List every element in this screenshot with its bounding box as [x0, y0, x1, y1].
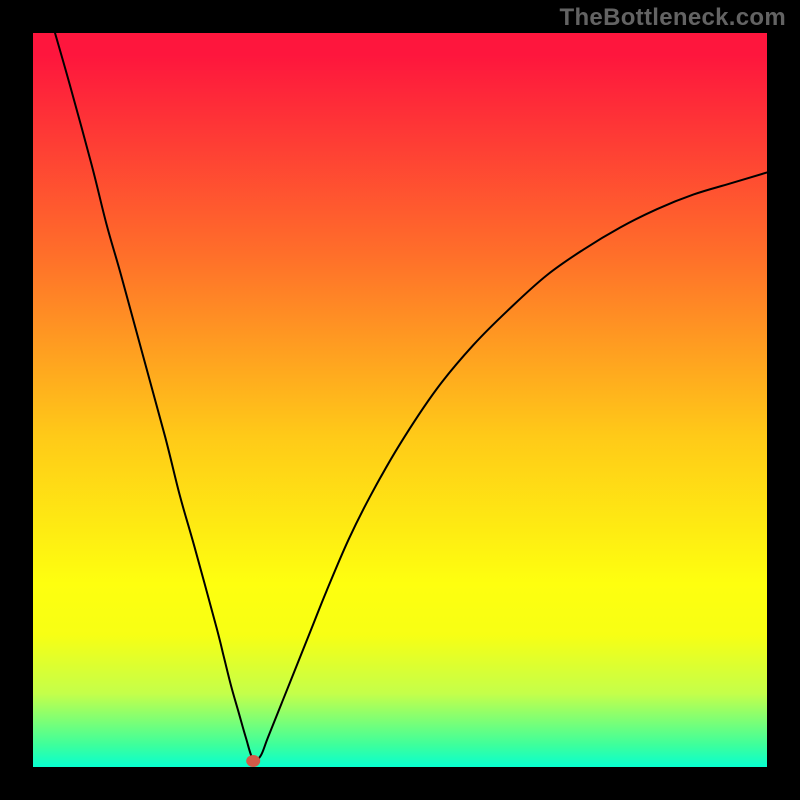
chart-svg — [33, 33, 767, 767]
chart-frame: TheBottleneck.com — [0, 0, 800, 800]
watermark-text: TheBottleneck.com — [560, 4, 786, 32]
chart-marker — [246, 755, 260, 767]
plot-area — [33, 33, 767, 767]
chart-curve — [55, 33, 767, 761]
